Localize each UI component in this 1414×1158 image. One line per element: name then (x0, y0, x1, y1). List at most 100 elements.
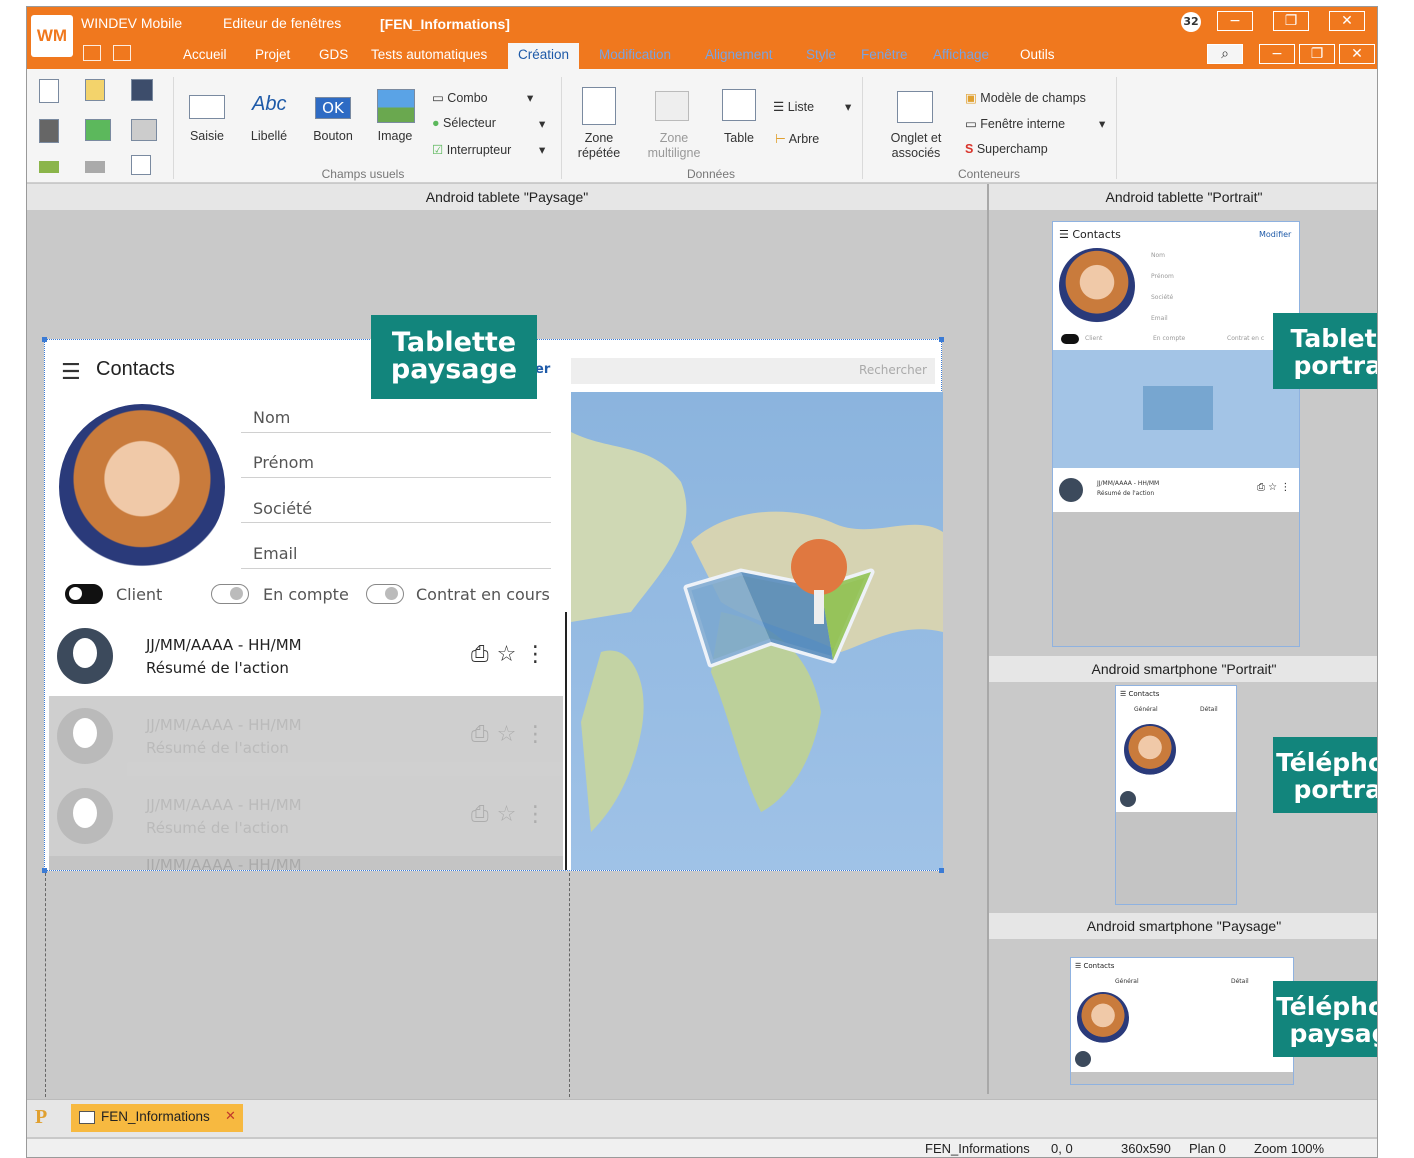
tab-style[interactable]: Style (796, 43, 846, 69)
onglet-button[interactable]: Onglet et associés (879, 131, 953, 161)
search-input[interactable]: Rechercher (571, 358, 935, 384)
grid-icon[interactable] (131, 155, 151, 175)
resize-handle[interactable] (42, 868, 47, 873)
layout-icon[interactable] (113, 45, 131, 61)
tab-accueil[interactable]: Accueil (173, 43, 237, 69)
interrupteur-dropdown-icon[interactable]: ▾ (539, 142, 545, 157)
field-prenom[interactable]: Prénom (253, 453, 314, 472)
map-view[interactable] (571, 392, 943, 870)
list-item[interactable]: JJ/MM/AAAA - HH/MM Résumé de l'action ⎙☆… (49, 776, 563, 856)
status-zoom[interactable]: Zoom 100% (1254, 1141, 1324, 1156)
menu-icon[interactable]: ☰ (61, 360, 81, 385)
list-item[interactable]: JJ/MM/AAAA - HH/MM Résumé de l'action ⎙☆… (49, 696, 563, 776)
tab-outils[interactable]: Outils (1010, 43, 1065, 69)
print-icon[interactable]: ⎙ (471, 802, 497, 827)
go-test-icon[interactable] (131, 119, 157, 141)
table-icon[interactable] (722, 89, 756, 121)
tab-projet[interactable]: Projet (245, 43, 300, 69)
tab-affichage[interactable]: Affichage (923, 43, 999, 69)
liste-dropdown-icon[interactable]: ▾ (845, 99, 851, 114)
modele-champs-button[interactable]: ▣ Modèle de champs (965, 90, 1086, 105)
interrupteur-button[interactable]: ☑ Interrupteur (432, 142, 511, 157)
list-item[interactable]: JJ/MM/AAAA - HH/MM Résumé de l'action ⎙☆… (49, 616, 563, 696)
doc-tab[interactable]: FEN_Informations ✕ (71, 1104, 243, 1132)
minimize-button[interactable]: − (1217, 11, 1253, 31)
close-button[interactable]: ✕ (1329, 11, 1365, 31)
list-item[interactable]: JJ/MM/AAAA - HH/MM (49, 856, 563, 870)
more-icon[interactable]: ⋮ (524, 722, 554, 747)
saisie-icon[interactable] (189, 95, 225, 119)
fenetre-interne-button[interactable]: ▭ Fenêtre interne (965, 116, 1065, 131)
tab-fenetre[interactable]: Fenêtre (851, 43, 918, 69)
saisie-button[interactable]: Saisie (179, 129, 235, 144)
libelle-icon[interactable]: Abc (252, 93, 286, 116)
undo-icon[interactable] (39, 161, 59, 173)
close-tab-icon[interactable]: ✕ (225, 1109, 236, 1124)
liste-button[interactable]: ☰ Liste (773, 99, 814, 114)
resize-handle[interactable] (939, 868, 944, 873)
selecteur-dropdown-icon[interactable]: ▾ (539, 116, 545, 131)
libelle-button[interactable]: Libellé (241, 129, 297, 144)
pane-splitter[interactable] (987, 184, 989, 1094)
image-button[interactable]: Image (367, 129, 423, 144)
phone-landscape-preview[interactable]: ☰ Contacts Général Détail (1070, 957, 1294, 1085)
star-icon[interactable]: ☆ (497, 722, 525, 747)
doc-close-button[interactable]: ✕ (1339, 44, 1375, 64)
toggle-en-compte[interactable] (211, 584, 249, 604)
toggle-client[interactable] (65, 584, 103, 604)
new-file-icon[interactable] (39, 79, 59, 103)
keyboard-icon[interactable] (83, 45, 101, 61)
more-icon[interactable]: ⋮ (524, 802, 554, 827)
tablet-landscape-form[interactable]: ☰ Contacts er Nom Prénom Société Email C… (42, 337, 944, 873)
project-icon[interactable]: P (35, 1106, 47, 1129)
open-file-icon[interactable] (85, 79, 105, 101)
tab-tests[interactable]: Tests automatiques (361, 43, 497, 69)
field-nom[interactable]: Nom (253, 408, 290, 427)
more-icon[interactable]: ⋮ (524, 642, 554, 667)
save-icon[interactable] (131, 79, 153, 101)
search-icon[interactable]: ⌕ (1207, 44, 1243, 64)
tab-gds[interactable]: GDS (309, 43, 358, 69)
print-icon[interactable]: ⎙ (471, 722, 497, 747)
go-icon[interactable] (85, 119, 111, 141)
star-icon[interactable]: ☆ (497, 802, 525, 827)
star-icon[interactable]: ☆ (497, 642, 525, 667)
notification-badge[interactable]: 32 (1181, 12, 1201, 32)
bouton-icon[interactable]: OK (315, 97, 351, 119)
redo-icon[interactable] (85, 161, 105, 173)
fenetre-interne-dropdown-icon[interactable]: ▾ (1099, 116, 1105, 131)
field-societe[interactable]: Société (253, 499, 312, 518)
superchamp-button[interactable]: S Superchamp (965, 142, 1048, 156)
row-actions: ⎙☆⋮ (471, 802, 554, 827)
modify-link[interactable]: er (535, 362, 550, 377)
table-button[interactable]: Table (717, 131, 761, 146)
bouton-button[interactable]: Bouton (305, 129, 361, 144)
doc-restore-button[interactable]: ❐ (1299, 44, 1335, 64)
field-email[interactable]: Email (253, 544, 297, 563)
restore-button[interactable]: ❐ (1273, 11, 1309, 31)
zone-repetee-icon[interactable] (582, 87, 616, 125)
selecteur-button[interactable]: ● Sélecteur (432, 116, 496, 130)
phone-portrait-preview[interactable]: ☰ Contacts Général Détail (1115, 685, 1237, 905)
doc-minimize-button[interactable]: − (1259, 44, 1295, 64)
resize-handle[interactable] (42, 337, 47, 342)
print-icon[interactable]: ⎙ (471, 642, 497, 667)
combo-button[interactable]: ▭ Combo (432, 90, 488, 105)
toggle-contrat[interactable] (366, 584, 404, 604)
book-icon[interactable] (39, 119, 59, 143)
resize-handle[interactable] (939, 337, 944, 342)
mini-modify-link[interactable]: Modifier (1259, 230, 1291, 239)
tab-alignement[interactable]: Alignement (695, 43, 783, 69)
tab-creation[interactable]: Création (508, 43, 580, 69)
zone-multiligne-button[interactable]: Zone multiligne (639, 131, 709, 161)
zone-repetee-button[interactable]: Zone répétée (569, 131, 629, 161)
image-icon[interactable] (377, 89, 415, 123)
onglet-icon[interactable] (897, 91, 933, 123)
tab-modification[interactable]: Modification (589, 43, 681, 69)
list-scrollbar[interactable] (565, 612, 567, 870)
zone-multiligne-icon[interactable] (655, 91, 689, 121)
tablet-portrait-preview[interactable]: ☰ Contacts Modifier Nom Prénom Société E… (1052, 221, 1300, 647)
combo-dropdown-icon[interactable]: ▾ (527, 90, 533, 105)
mini-contact-photo (1077, 992, 1129, 1044)
arbre-button[interactable]: ⊢ Arbre (775, 131, 819, 146)
